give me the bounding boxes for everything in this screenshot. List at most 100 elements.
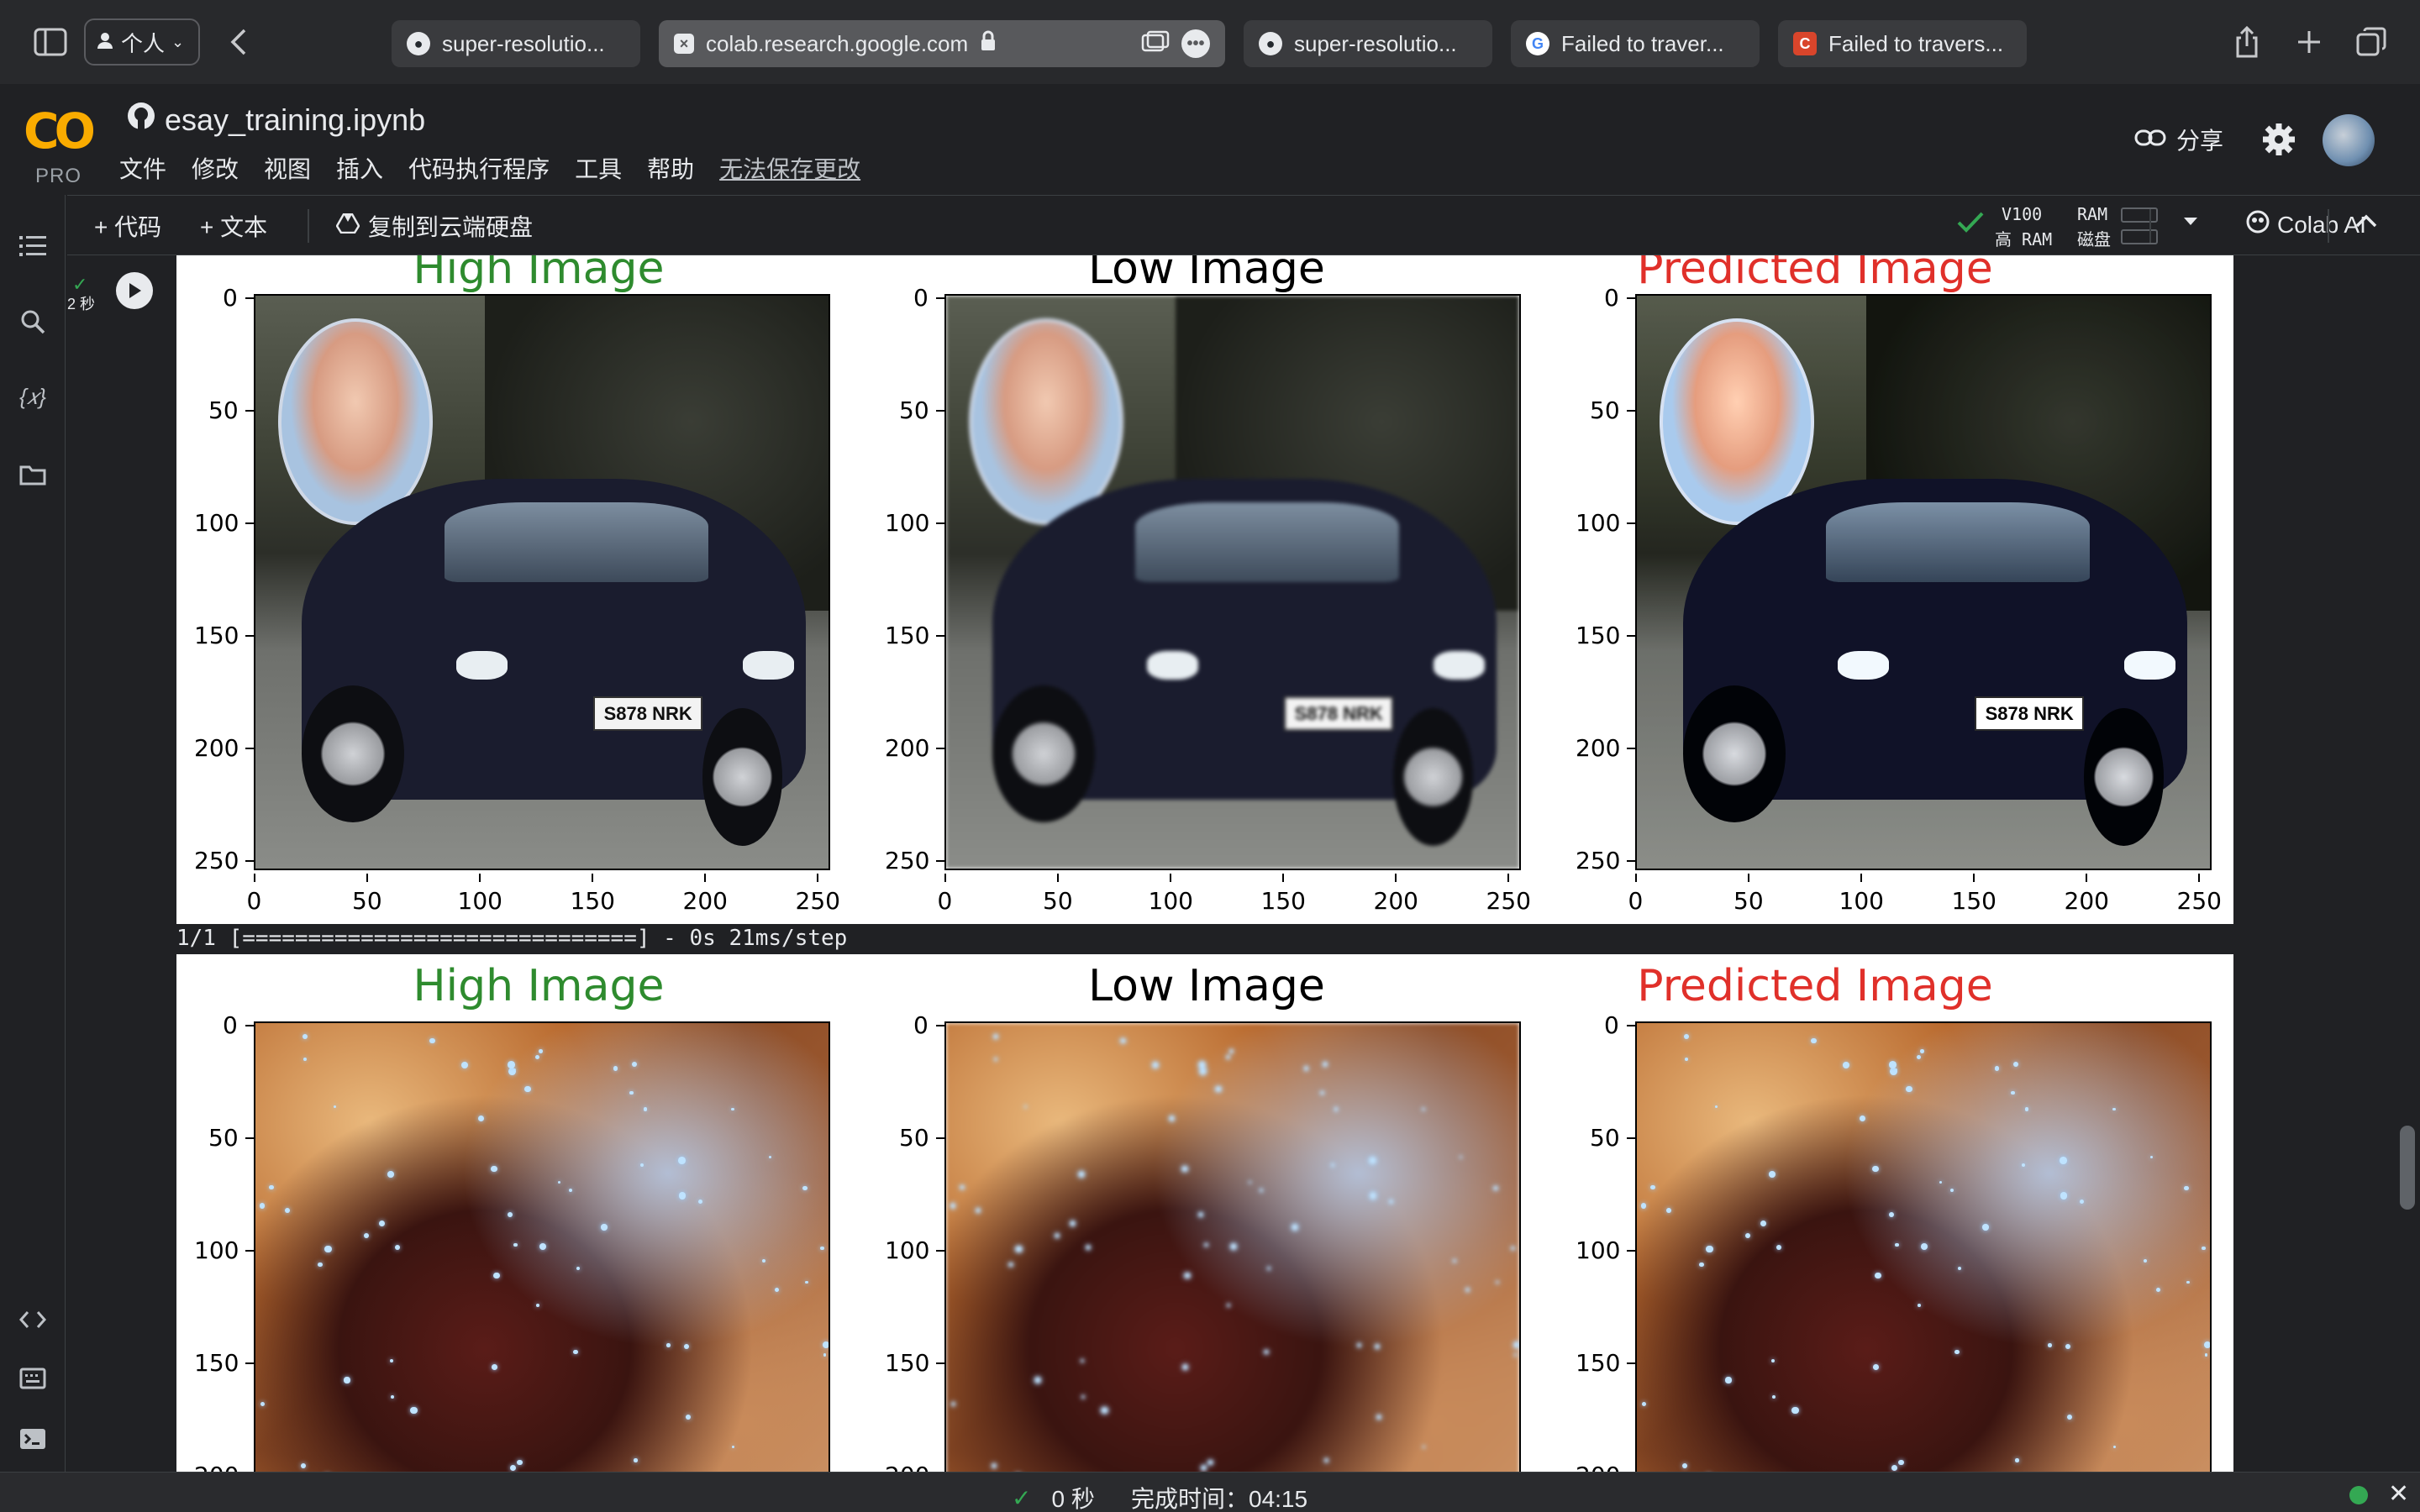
disk-label: 磁盘 bbox=[2077, 229, 2111, 249]
search-icon[interactable] bbox=[15, 304, 50, 339]
menu-edit[interactable]: 修改 bbox=[192, 151, 239, 185]
y-tick-mark bbox=[936, 1250, 944, 1252]
star bbox=[950, 1203, 956, 1209]
y-tick-label: 150 bbox=[194, 622, 239, 649]
tab-super-resolution-2[interactable]: ● super-resolutio... bbox=[1244, 20, 1492, 67]
share-sheet-icon[interactable] bbox=[2225, 20, 2269, 64]
star bbox=[1760, 1220, 1766, 1226]
star bbox=[344, 1377, 350, 1383]
run-cell-button[interactable] bbox=[116, 272, 153, 309]
star bbox=[1650, 1184, 1655, 1190]
star bbox=[1888, 1211, 1894, 1218]
star bbox=[2013, 1061, 2019, 1067]
runtime-status[interactable]: V100 高 RAM RAM 磁盘 bbox=[1956, 202, 2208, 249]
terminal-icon[interactable] bbox=[15, 1421, 50, 1457]
star bbox=[2024, 1107, 2028, 1111]
star bbox=[1889, 1060, 1897, 1068]
y-tick-mark bbox=[1627, 410, 1635, 412]
scrollbar-thumb[interactable] bbox=[2400, 1126, 2415, 1210]
star bbox=[1895, 1242, 1899, 1247]
code-snippets-icon[interactable] bbox=[15, 1302, 50, 1337]
y-tick-label: 100 bbox=[194, 509, 239, 537]
ram-label: RAM bbox=[2077, 204, 2108, 224]
y-tick-mark bbox=[936, 860, 944, 862]
star bbox=[569, 1188, 572, 1192]
add-text-button[interactable]: + 文本 bbox=[200, 209, 267, 243]
close-icon[interactable]: ✕ bbox=[2388, 1479, 2409, 1509]
menu-insert[interactable]: 插入 bbox=[336, 151, 383, 185]
y-tick-mark bbox=[245, 410, 254, 412]
y-tick-mark bbox=[245, 860, 254, 862]
star bbox=[1198, 1068, 1207, 1076]
gear-icon[interactable] bbox=[2260, 121, 2297, 158]
y-tick-mark bbox=[936, 522, 944, 524]
star bbox=[2112, 1445, 2117, 1449]
y-tick-label: 200 bbox=[194, 1462, 239, 1472]
tab-super-resolution-1[interactable]: ● super-resolutio... bbox=[392, 20, 640, 67]
star bbox=[1034, 1377, 1041, 1383]
star bbox=[1511, 1246, 1515, 1250]
chevron-down-icon[interactable] bbox=[2183, 216, 2198, 231]
x-tick-mark bbox=[366, 874, 368, 882]
x-tick-mark bbox=[1057, 874, 1059, 882]
star bbox=[1081, 1359, 1085, 1363]
chevron-up-icon[interactable] bbox=[2354, 213, 2378, 234]
new-tab-icon[interactable] bbox=[2287, 20, 2331, 64]
low-image-panel bbox=[944, 1021, 1521, 1472]
tab-overview-icon[interactable] bbox=[2349, 20, 2393, 64]
profile-switcher[interactable]: 个人 ⌄ bbox=[84, 18, 200, 66]
add-code-button[interactable]: + 代码 bbox=[94, 209, 161, 243]
y-tick-label: 200 bbox=[194, 734, 239, 762]
table-of-contents-icon[interactable] bbox=[15, 228, 50, 264]
share-button[interactable]: 分享 bbox=[2134, 123, 2223, 156]
person-icon bbox=[96, 29, 114, 55]
tab-overview-icon[interactable] bbox=[1141, 30, 1170, 58]
menu-help[interactable]: 帮助 bbox=[647, 151, 694, 185]
star bbox=[960, 1184, 965, 1190]
star bbox=[363, 1232, 370, 1239]
star bbox=[1207, 1459, 1213, 1466]
star bbox=[1898, 1459, 1904, 1466]
menu-tools[interactable]: 工具 bbox=[575, 151, 622, 185]
command-palette-icon[interactable] bbox=[15, 1361, 50, 1396]
more-icon[interactable]: ••• bbox=[1181, 29, 1210, 58]
menu-view[interactable]: 视图 bbox=[264, 151, 311, 185]
menu-file[interactable]: 文件 bbox=[119, 151, 166, 185]
star bbox=[666, 1342, 671, 1347]
disk-usage-bar bbox=[2121, 229, 2158, 244]
tab-failed-to-traverse-2[interactable]: C Failed to travers... bbox=[1778, 20, 2027, 67]
github-icon bbox=[126, 101, 156, 139]
star bbox=[678, 1192, 687, 1200]
star bbox=[1917, 1055, 1922, 1060]
y-tick-label: 50 bbox=[899, 396, 929, 424]
menu-runtime[interactable]: 代码执行程序 bbox=[408, 151, 550, 185]
tab-failed-to-traverse-1[interactable]: G Failed to traver... bbox=[1511, 20, 1760, 67]
runtime-gpu: V100 bbox=[2002, 204, 2043, 224]
x-tick-mark bbox=[1395, 874, 1397, 882]
star bbox=[1889, 1068, 1897, 1076]
x-tick-mark bbox=[1170, 874, 1171, 882]
y-tick-label: 100 bbox=[885, 509, 930, 537]
avatar[interactable] bbox=[2323, 114, 2375, 166]
star bbox=[1919, 1049, 1924, 1053]
unsaved-changes-link[interactable]: 无法保存更改 bbox=[719, 151, 860, 185]
colab-ai-button[interactable]: Colab AI bbox=[2245, 209, 2366, 240]
star bbox=[1791, 1406, 1799, 1415]
tab-colab-active[interactable]: × colab.research.google.com ••• bbox=[659, 20, 1225, 67]
star bbox=[1182, 1363, 1189, 1370]
y-tick-label: 200 bbox=[885, 734, 930, 762]
colab-window: 个人 ⌄ ● super-resolutio... × colab.resear… bbox=[0, 0, 2420, 1512]
sidebar-toggle-icon[interactable] bbox=[29, 20, 72, 64]
star bbox=[1860, 1115, 1866, 1121]
github-icon: ● bbox=[1259, 32, 1282, 55]
star bbox=[1513, 1341, 1519, 1348]
variables-icon[interactable]: {𝑥} bbox=[15, 380, 50, 415]
back-icon[interactable] bbox=[217, 20, 260, 64]
tab-label: super-resolutio... bbox=[1294, 30, 1457, 56]
x-tick-mark bbox=[1282, 874, 1284, 882]
copy-to-drive-button[interactable]: 复制到云端硬盘 bbox=[335, 209, 533, 243]
colab-logo[interactable]: CO PRO bbox=[24, 102, 97, 187]
notebook-title[interactable]: esay_training.ipynb bbox=[126, 101, 425, 139]
star bbox=[1681, 1462, 1688, 1469]
folder-icon[interactable] bbox=[15, 457, 50, 492]
